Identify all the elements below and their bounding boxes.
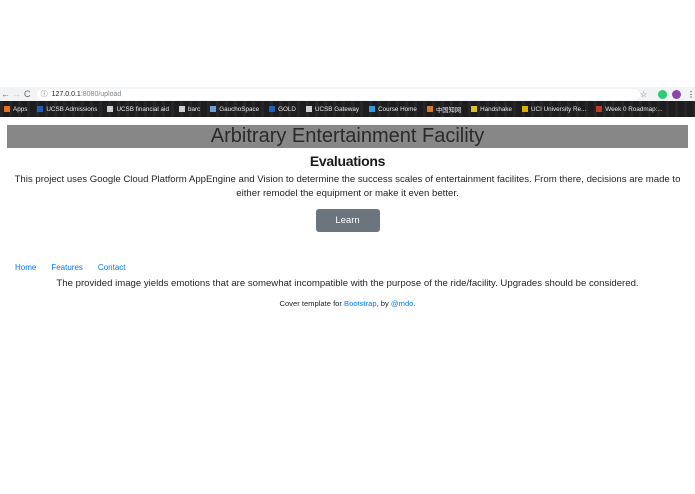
gauchospace-icon	[210, 106, 217, 112]
bookmark-item[interactable]: GOLD	[269, 106, 296, 113]
bookmark-item[interactable]: barc	[178, 105, 201, 113]
reload-icon[interactable]: C	[22, 87, 33, 101]
result-text: The provided image yields emotions that …	[56, 278, 639, 289]
bookmark-label: UCSB Gateway	[314, 105, 360, 113]
masthead-title: Arbitrary Entertainment Facility	[7, 125, 688, 148]
bookmarks-bar: Apps UCSB Admissions UCSB financial aid bar…	[0, 101, 695, 117]
profile-avatar-icon[interactable]	[672, 89, 681, 99]
section-heading: Evaluations	[309, 153, 386, 169]
course-icon	[369, 106, 376, 112]
browser-toolbar: ← → C ⓘ 127.0.0.1:8080/upload ☆ ⋮	[0, 87, 695, 101]
page-content: Arbitrary Entertainment Facility Evaluat…	[0, 117, 695, 308]
lead-paragraph: This project uses Google Cloud Platform …	[14, 174, 681, 199]
bookmark-item[interactable]: UCI University Re...	[521, 105, 587, 113]
page-icon	[305, 106, 312, 112]
ucsb-icon	[37, 106, 44, 112]
uci-icon	[521, 106, 528, 112]
cnki-icon	[426, 106, 433, 112]
roadmap-icon	[596, 106, 603, 112]
bootstrap-link[interactable]: Bootstrap	[344, 299, 377, 308]
apps-grid-icon	[4, 106, 10, 112]
menu-dots-icon[interactable]: ⋮	[687, 90, 695, 99]
footer-middle: , by	[376, 299, 391, 308]
nav-links: Home Features Contact	[0, 263, 695, 272]
nav-link-features[interactable]: Features	[51, 263, 83, 272]
url-path: :8080/upload	[80, 90, 122, 98]
bookmark-item[interactable]: UCSB financial aid	[107, 106, 169, 113]
back-arrow-icon[interactable]: ←	[0, 87, 11, 101]
bookmark-item[interactable]: UCSB Gateway	[305, 105, 360, 113]
bookmark-label: UCSB Admissions	[46, 105, 98, 113]
bookmark-label: barc	[187, 105, 201, 113]
footer-suffix: .	[413, 299, 416, 308]
footer: Cover template for Bootstrap, by @mdo.	[0, 299, 695, 308]
bookmark-label: Apps	[13, 105, 28, 113]
learn-more-button[interactable]: Learn more	[315, 209, 380, 249]
nav-link-home[interactable]: Home	[15, 263, 36, 272]
bookmark-item[interactable]: UCSB Admissions	[37, 106, 97, 113]
bookmark-item[interactable]: 中国知网	[426, 105, 462, 114]
bookmark-label: 中国知网	[435, 106, 462, 114]
bookmark-item[interactable]: Week 0 Roadmap:...	[596, 105, 663, 113]
bookmark-label: GauchoSpace	[219, 105, 260, 113]
bookmark-item[interactable]: Apps	[4, 106, 27, 113]
page-icon	[107, 106, 114, 112]
forward-arrow-icon[interactable]: →	[11, 87, 22, 101]
address-bar[interactable]: ⓘ 127.0.0.1:8080/upload	[36, 88, 641, 100]
footer-prefix: Cover template for	[279, 299, 345, 308]
bookmark-item[interactable]: Handshake	[471, 106, 512, 113]
bookmark-item[interactable]: GauchoSpace	[210, 106, 259, 113]
extension-icon[interactable]	[658, 89, 668, 99]
bookmark-label: UCSB financial aid	[116, 105, 169, 113]
ucsb-icon	[269, 106, 276, 112]
bookmark-label: UCI University Re...	[530, 105, 587, 113]
bookmark-label: Handshake	[480, 105, 512, 113]
bookmark-item[interactable]: Course Home	[369, 106, 417, 113]
handshake-icon	[471, 106, 478, 112]
bookmark-label: Week 0 Roadmap:...	[605, 105, 663, 113]
nav-link-contact[interactable]: Contact	[98, 263, 126, 272]
info-icon[interactable]: ⓘ	[41, 89, 48, 99]
bookmark-label: GOLD	[278, 105, 296, 113]
url-host: 127.0.0.1	[51, 90, 81, 98]
mdo-link[interactable]: @mdo	[391, 299, 413, 308]
bookmark-star-icon[interactable]: ☆	[640, 90, 647, 99]
page-icon	[178, 106, 185, 112]
bookmark-label: Course Home	[378, 105, 417, 113]
